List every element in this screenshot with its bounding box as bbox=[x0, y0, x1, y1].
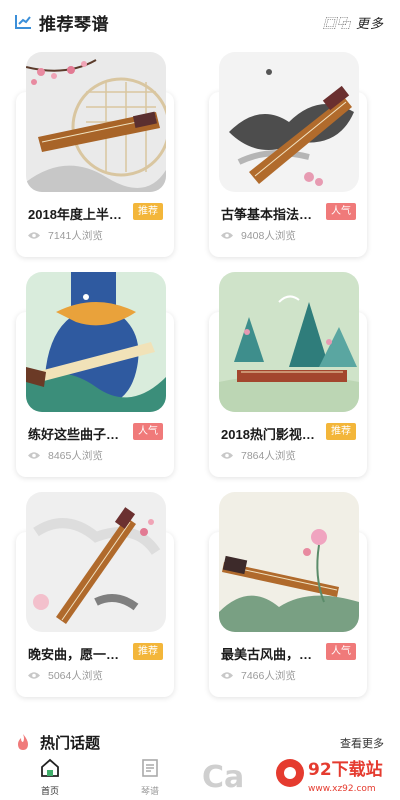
view-count-text: 8465人浏览 bbox=[48, 450, 103, 462]
score-title: 2018年度上半… bbox=[28, 207, 122, 222]
score-thumbnail[interactable] bbox=[26, 52, 166, 192]
score-thumbnail[interactable] bbox=[219, 272, 359, 412]
score-thumbnail[interactable] bbox=[219, 492, 359, 632]
section-title: 推荐琴谱 bbox=[39, 14, 109, 34]
app-screen: 推荐琴谱 ⿴⿻ 更多 2018年度上半… 推荐 7141人浏览 古筝基本指法… … bbox=[0, 0, 400, 800]
chart-icon bbox=[15, 15, 31, 29]
score-title: 最美古风曲，… bbox=[221, 647, 313, 662]
view-count: 8465人浏览 bbox=[28, 448, 103, 463]
score-icon bbox=[142, 759, 158, 777]
score-thumbnail[interactable] bbox=[219, 52, 359, 192]
eye-icon bbox=[28, 452, 40, 459]
score-title: 古筝基本指法… bbox=[221, 207, 313, 222]
score-card[interactable]: 2018年度上半… 推荐 7141人浏览 bbox=[16, 52, 182, 257]
eye-icon bbox=[28, 232, 40, 239]
view-count-text: 5064人浏览 bbox=[48, 670, 103, 682]
eye-icon bbox=[221, 452, 233, 459]
guzheng-diagonal-image bbox=[26, 492, 166, 632]
recommend-badge: 推荐 bbox=[133, 643, 163, 660]
site-watermark: Ca 92下载站 www.xz92.com bbox=[200, 755, 400, 800]
eye-icon bbox=[221, 672, 233, 679]
score-title: 晚安曲，愿一… bbox=[28, 647, 120, 662]
hot-badge: 人气 bbox=[326, 203, 356, 220]
nav-label: 首页 bbox=[40, 786, 59, 796]
score-card[interactable]: 晚安曲，愿一… 推荐 5064人浏览 bbox=[16, 492, 182, 697]
view-count-text: 9408人浏览 bbox=[241, 230, 296, 242]
guzheng-guitar-image bbox=[26, 272, 166, 412]
eye-icon bbox=[221, 232, 233, 239]
view-count-text: 7141人浏览 bbox=[48, 230, 103, 242]
watermark-url: www.xz92.com bbox=[308, 784, 376, 794]
score-card[interactable]: 最美古风曲，… 人气 7466人浏览 bbox=[209, 492, 375, 697]
nav-label: 琴谱 bbox=[140, 786, 159, 796]
view-count-text: 7864人浏览 bbox=[241, 450, 296, 462]
watermark-text: 92下载站 bbox=[308, 759, 383, 780]
nav-item-home[interactable]: 首页 bbox=[20, 758, 80, 797]
score-title: 2018热门影视… bbox=[221, 427, 315, 442]
view-count: 7466人浏览 bbox=[221, 668, 296, 683]
more-link[interactable]: ⿴⿻ 更多 bbox=[323, 13, 384, 32]
guzheng-blossom-image bbox=[26, 52, 166, 192]
recommend-badge: 推荐 bbox=[326, 423, 356, 440]
guzheng-lotus-image bbox=[219, 492, 359, 632]
flame-icon bbox=[18, 734, 28, 750]
score-thumbnail[interactable] bbox=[26, 492, 166, 632]
hot-topics-title: 热门话题 bbox=[40, 734, 101, 752]
guzheng-ink-image bbox=[219, 52, 359, 192]
score-thumbnail[interactable] bbox=[26, 272, 166, 412]
hot-badge: 人气 bbox=[133, 423, 163, 440]
score-card[interactable]: 古筝基本指法… 人气 9408人浏览 bbox=[209, 52, 375, 257]
view-count: 7141人浏览 bbox=[28, 228, 103, 243]
score-title: 练好这些曲子… bbox=[28, 427, 120, 442]
view-count: 5064人浏览 bbox=[28, 668, 103, 683]
hot-badge: 人气 bbox=[326, 643, 356, 660]
score-card[interactable]: 2018热门影视… 推荐 7864人浏览 bbox=[209, 272, 375, 477]
svg-text:Ca: Ca bbox=[202, 760, 244, 795]
nav-item-scores[interactable]: 琴谱 bbox=[120, 758, 180, 797]
recommend-badge: 推荐 bbox=[133, 203, 163, 220]
view-count-text: 7466人浏览 bbox=[241, 670, 296, 682]
guzheng-mountain-image bbox=[219, 272, 359, 412]
home-icon bbox=[41, 758, 59, 777]
view-count: 7864人浏览 bbox=[221, 448, 296, 463]
eye-icon bbox=[28, 672, 40, 679]
section-header: 推荐琴谱 ⿴⿻ 更多 bbox=[0, 0, 400, 44]
view-count: 9408人浏览 bbox=[221, 228, 296, 243]
score-card[interactable]: 练好这些曲子… 人气 8465人浏览 bbox=[16, 272, 182, 477]
